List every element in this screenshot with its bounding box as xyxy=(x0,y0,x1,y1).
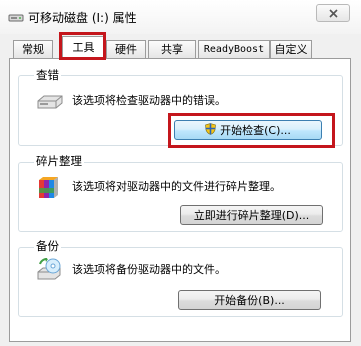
error-check-description: 该选项将检查驱动器中的错误。 xyxy=(72,94,226,107)
tab-sharing[interactable]: 共享 xyxy=(148,40,196,59)
window-title: 可移动磁盘 (I:) 属性 xyxy=(28,11,137,25)
tab-general[interactable]: 常规 xyxy=(13,40,53,59)
start-backup-button[interactable]: 开始备份(B)... xyxy=(178,290,321,310)
start-backup-label: 开始备份(B)... xyxy=(214,294,285,307)
drive-icon xyxy=(36,93,64,114)
tab-readyboost[interactable]: ReadyBoost xyxy=(198,40,270,59)
backup-title: 备份 xyxy=(34,238,61,254)
tab-hardware[interactable]: 硬件 xyxy=(106,40,146,59)
close-button[interactable] xyxy=(316,4,350,22)
error-check-title: 查错 xyxy=(34,67,61,83)
defrag-description: 该选项将对驱动器中的文件进行碎片整理。 xyxy=(72,180,281,193)
close-icon xyxy=(328,8,338,18)
tab-customize[interactable]: 自定义 xyxy=(270,40,312,59)
backup-description: 该选项将备份驱动器中的文件。 xyxy=(72,263,226,276)
defrag-title: 碎片整理 xyxy=(34,153,84,169)
backup-icon xyxy=(36,258,62,285)
removable-drive-icon xyxy=(8,13,24,23)
defrag-now-label: 立即进行碎片整理(D)... xyxy=(193,209,310,222)
highlight-box-tab xyxy=(59,32,106,60)
highlight-box-button xyxy=(168,113,335,148)
defrag-now-button[interactable]: 立即进行碎片整理(D)... xyxy=(180,205,323,225)
defrag-icon xyxy=(37,176,59,203)
title-bar: 可移动磁盘 (I:) 属性 xyxy=(0,0,361,34)
